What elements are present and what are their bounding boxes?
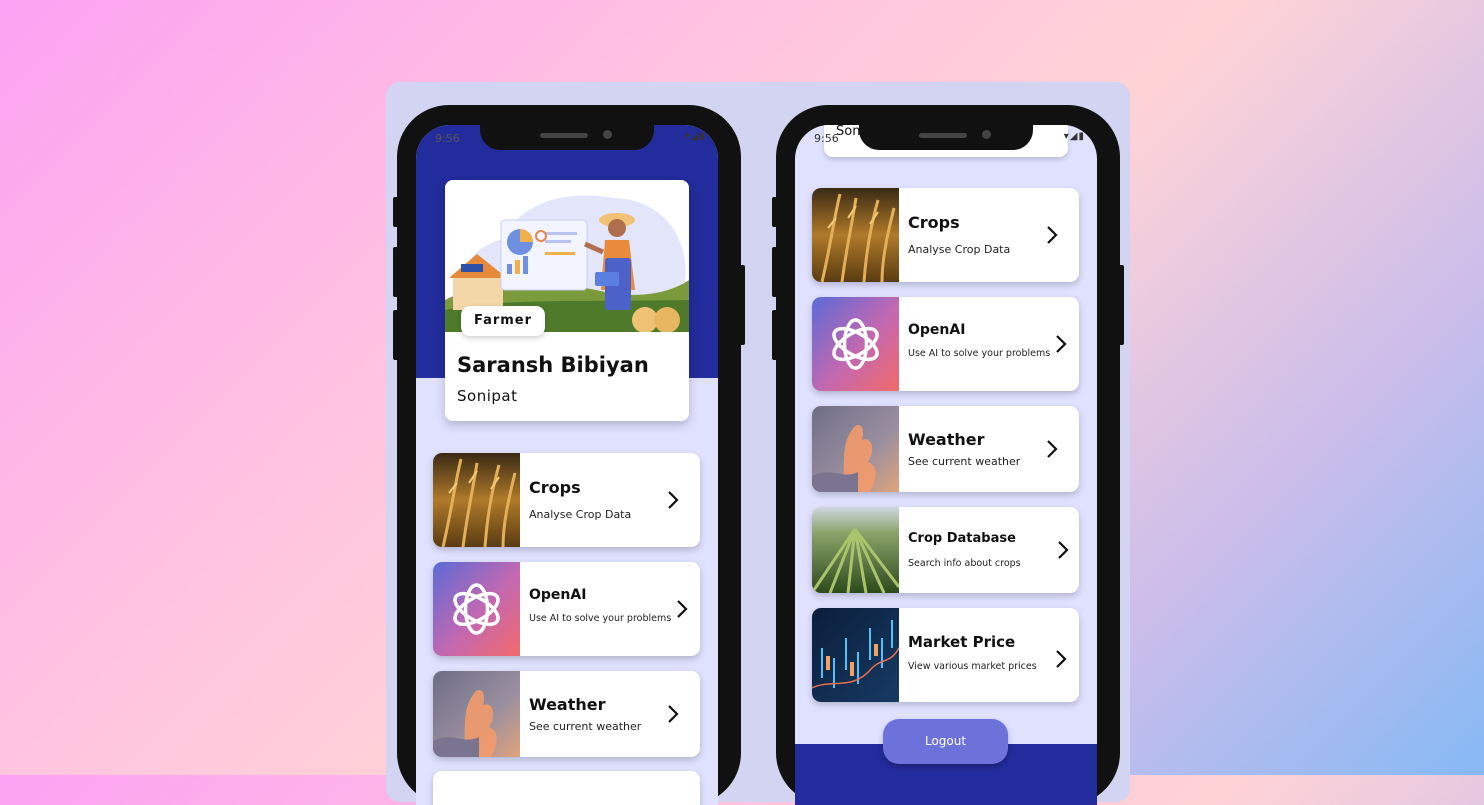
- card-title: Market Price: [908, 633, 1016, 651]
- status-time: 9:56: [435, 132, 460, 145]
- card-title: Crops: [529, 478, 581, 497]
- status-icons: ▾◢▮: [1064, 131, 1085, 142]
- status-time: 9:56: [814, 132, 839, 145]
- card-subtitle: Analyse Crop Data: [529, 508, 632, 521]
- card-title: Weather: [908, 430, 985, 449]
- card-subtitle: Use AI to solve your problems: [529, 613, 672, 624]
- crops-card[interactable]: Crops Analyse Crop Data: [812, 188, 1079, 282]
- chevron-right-icon: [1047, 226, 1058, 244]
- left-phone-frame: 9:56 ▾◢▮ Farmer Saransh Bibiyan Sonipat …: [393, 105, 745, 805]
- chevron-right-icon: [677, 600, 688, 618]
- card-subtitle: View various market prices: [908, 661, 1037, 672]
- card-title: OpenAI: [529, 587, 587, 603]
- openai-card[interactable]: OpenAI Use AI to solve your problems: [433, 562, 700, 656]
- chevron-right-icon: [668, 705, 679, 723]
- card-subtitle: Use AI to solve your problems: [908, 348, 1051, 359]
- sky-image: [812, 406, 899, 492]
- card-title: Crop Database: [908, 531, 1016, 546]
- wheat-image: [433, 453, 520, 547]
- battery-icon: ▮: [1078, 131, 1085, 142]
- sky-image: [433, 671, 520, 757]
- card-subtitle: See current weather: [529, 720, 642, 733]
- right-phone-frame: Son 9:56 ▾◢▮ Crops Analyse Crop Data Ope…: [772, 105, 1124, 805]
- crop-database-card[interactable]: Crop Database Search info about crops: [812, 507, 1079, 593]
- weather-card[interactable]: Weather See current weather: [433, 671, 700, 757]
- status-icons: ▾◢▮: [685, 131, 706, 142]
- notch: [480, 125, 654, 150]
- chevron-right-icon: [1047, 440, 1058, 458]
- card-title: OpenAI: [908, 322, 966, 338]
- openai-logo-icon: [812, 297, 899, 391]
- role-chip: Farmer: [461, 306, 545, 336]
- chevron-right-icon: [668, 491, 679, 509]
- card-subtitle: See current weather: [908, 455, 1021, 468]
- left-phone-screen: 9:56 ▾◢▮ Farmer Saransh Bibiyan Sonipat …: [416, 125, 718, 805]
- wheat-image: [812, 188, 899, 282]
- card-subtitle: Search info about crops: [908, 558, 1021, 569]
- field-image: [812, 507, 899, 593]
- next-card-partial[interactable]: [433, 771, 700, 805]
- logout-button[interactable]: Logout: [883, 719, 1008, 764]
- profile-location: Sonipat: [457, 387, 518, 405]
- right-phone-screen: Son 9:56 ▾◢▮ Crops Analyse Crop Data Ope…: [795, 125, 1097, 805]
- profile-card[interactable]: Farmer Saransh Bibiyan Sonipat: [445, 180, 689, 421]
- card-title: Crops: [908, 213, 960, 232]
- openai-logo-icon: [433, 562, 520, 656]
- crops-card[interactable]: Crops Analyse Crop Data: [433, 453, 700, 547]
- profile-name: Saransh Bibiyan: [457, 353, 649, 377]
- market-chart-image: [812, 608, 899, 702]
- card-subtitle: Analyse Crop Data: [908, 243, 1011, 256]
- market-price-card[interactable]: Market Price View various market prices: [812, 608, 1079, 702]
- openai-card[interactable]: OpenAI Use AI to solve your problems: [812, 297, 1079, 391]
- chevron-right-icon: [1056, 650, 1067, 668]
- chevron-right-icon: [1058, 541, 1069, 559]
- battery-icon: ▮: [699, 131, 706, 142]
- chevron-right-icon: [1056, 335, 1067, 353]
- card-title: Weather: [529, 695, 606, 714]
- notch: [859, 125, 1033, 150]
- weather-card[interactable]: Weather See current weather: [812, 406, 1079, 492]
